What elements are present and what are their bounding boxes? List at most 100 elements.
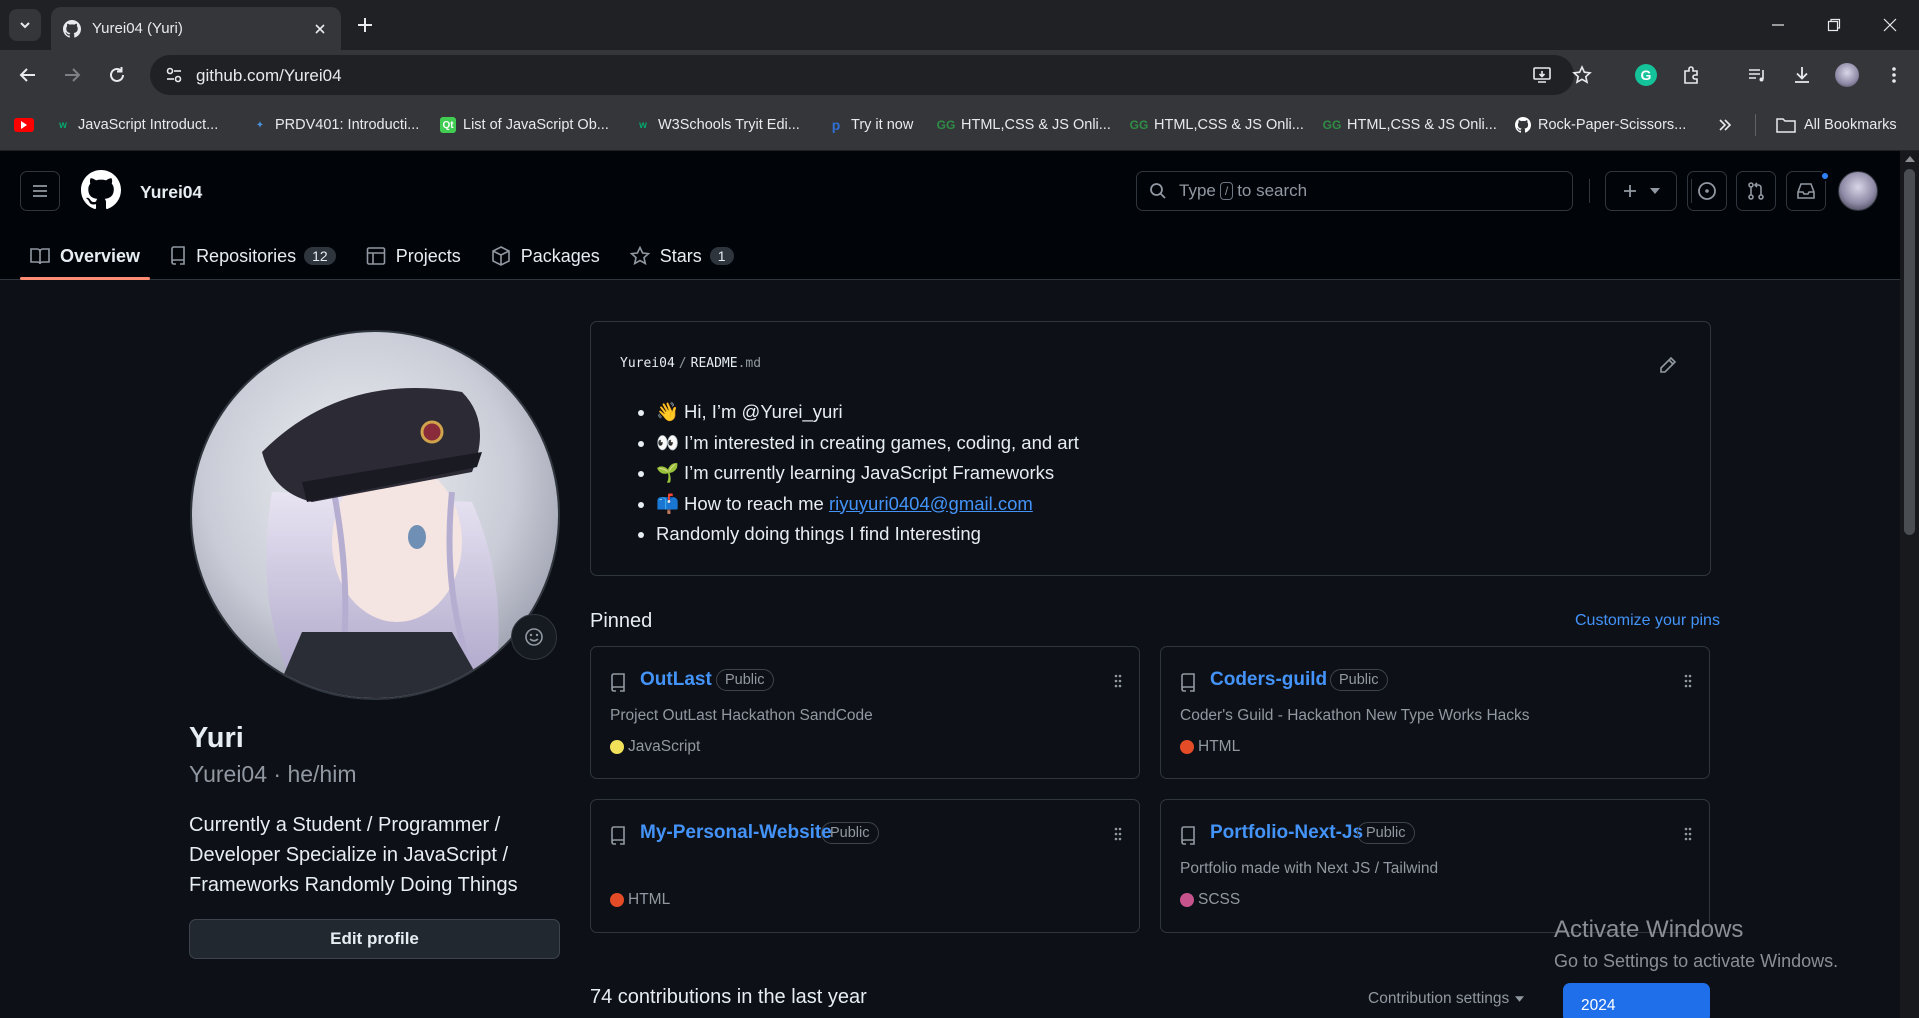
forward-button[interactable] <box>56 59 88 91</box>
profile-avatar-icon[interactable] <box>1831 59 1863 91</box>
drag-grip-icon[interactable] <box>1683 826 1693 842</box>
year-2024-button[interactable]: 2024 <box>1563 983 1710 1018</box>
bookmark-item[interactable]: ✦ PRDV401: Introducti... <box>252 115 419 135</box>
list-item: 📫How to reach me riyuyuri0404@gmail.com <box>656 489 1079 520</box>
pinned-title: Pinned <box>590 610 653 632</box>
mailbox-icon: 📫 <box>656 492 680 514</box>
github-logo-icon[interactable] <box>81 170 121 210</box>
bookmark-item[interactable]: GG HTML,CSS & JS Onli... <box>937 115 1111 135</box>
repo-name-link[interactable]: Coders-guild <box>1210 669 1327 691</box>
new-tab-button[interactable] <box>352 12 378 38</box>
repo-description: Project OutLast Hackathon SandCode <box>610 707 873 724</box>
header-username[interactable]: Yurei04 <box>140 182 202 203</box>
edit-readme-button[interactable] <box>1657 354 1679 376</box>
stars-count: 1 <box>709 247 734 265</box>
page-scrollbar[interactable] <box>1900 151 1919 1018</box>
github-icon <box>63 19 81 38</box>
repo-name-link[interactable]: OutLast <box>640 669 712 691</box>
drag-grip-icon[interactable] <box>1683 673 1693 689</box>
contribution-settings-dropdown[interactable]: Contribution settings <box>1368 990 1525 1008</box>
create-new-button[interactable] <box>1605 171 1677 211</box>
scroll-up-arrow-icon[interactable] <box>1905 156 1915 162</box>
media-control-icon[interactable] <box>1741 59 1773 91</box>
url-text[interactable]: github.com/Yurei04 <box>196 66 342 86</box>
pull-requests-button[interactable] <box>1736 171 1776 211</box>
browser-tab-bar: Yurei04 (Yuri) <box>0 0 1919 50</box>
drag-grip-icon[interactable] <box>1113 673 1123 689</box>
plus-icon <box>1624 185 1636 197</box>
readme-box: Yurei04/README.md 👋Hi, I’m @Yurei_yuri 👀… <box>590 321 1711 576</box>
arrow-right-icon <box>65 68 81 82</box>
list-item: 🌱I’m currently learning JavaScript Frame… <box>656 458 1079 489</box>
package-icon <box>491 246 510 266</box>
hamburger-icon <box>33 185 47 197</box>
close-tab-icon[interactable] <box>311 20 329 38</box>
install-app-icon[interactable] <box>1530 63 1554 87</box>
qt-icon: Qt <box>440 117 456 133</box>
repo-name-link[interactable]: Portfolio-Next-Js <box>1210 822 1363 844</box>
downloads-icon[interactable] <box>1786 59 1818 91</box>
tab-overview[interactable]: Overview <box>20 238 151 280</box>
repositories-count: 12 <box>304 247 336 265</box>
site-settings-icon[interactable] <box>162 63 186 87</box>
kebab-menu-icon[interactable] <box>1878 59 1910 91</box>
profile-avatar[interactable] <box>190 330 560 700</box>
git-pull-request-icon <box>1748 182 1764 200</box>
bookmark-item[interactable]: GG HTML,CSS & JS Onli... <box>1130 115 1304 135</box>
repo-language: SCSS <box>1180 891 1240 909</box>
scrollbar-thumb[interactable] <box>1904 169 1915 535</box>
visibility-badge: Public <box>821 822 879 844</box>
set-status-button[interactable] <box>511 614 557 660</box>
minimize-button[interactable] <box>1750 0 1806 50</box>
bookmark-item[interactable]: w JavaScript Introduct... <box>55 115 218 135</box>
issues-button[interactable] <box>1687 171 1727 211</box>
email-link[interactable]: riyuyuri0404@gmail.com <box>829 493 1033 514</box>
github-header: Yurei04 Type / to search Overview Reposi… <box>0 151 1900 280</box>
bookmarks-divider <box>1755 114 1756 136</box>
back-button[interactable] <box>12 59 44 91</box>
bookmark-item[interactable]: Rock-Paper-Scissors... <box>1515 115 1686 135</box>
bookmark-star-icon[interactable] <box>1570 63 1594 87</box>
tab-projects[interactable]: Projects <box>356 238 471 274</box>
bookmark-item[interactable]: Qt List of JavaScript Ob... <box>440 115 609 135</box>
close-window-button[interactable] <box>1862 0 1918 50</box>
book-icon <box>30 248 50 265</box>
repo-name-link[interactable]: My-Personal-Website <box>640 822 832 844</box>
search-input[interactable]: Type / to search <box>1136 171 1573 211</box>
customize-pins-link[interactable]: Customize your pins <box>1575 612 1720 630</box>
tab-search-button[interactable] <box>9 9 41 41</box>
extensions-icon[interactable] <box>1675 59 1707 91</box>
reload-button[interactable] <box>101 59 133 91</box>
slash-key-hint: / <box>1219 182 1234 200</box>
all-bookmarks-button[interactable]: All Bookmarks <box>1776 115 1897 135</box>
bookmark-item[interactable]: p Try it now <box>828 115 914 135</box>
w3schools-icon: w <box>639 119 647 131</box>
caret-down-icon <box>1650 188 1660 194</box>
reload-icon <box>110 67 124 82</box>
hamburger-menu-button[interactable] <box>20 171 60 211</box>
youtube-bookmark[interactable] <box>14 115 41 135</box>
edit-profile-button[interactable]: Edit profile <box>189 919 560 959</box>
browser-tab[interactable]: Yurei04 (Yuri) <box>51 7 341 50</box>
more-bookmarks-button[interactable] <box>1718 115 1732 135</box>
notification-dot <box>1820 171 1830 181</box>
drag-grip-icon[interactable] <box>1113 826 1123 842</box>
user-avatar[interactable] <box>1838 171 1878 211</box>
list-item: Randomly doing things I find Interesting <box>656 519 1079 550</box>
repo-icon <box>1181 673 1195 692</box>
grammarly-extension-icon[interactable]: G <box>1630 59 1662 91</box>
list-item: 👋Hi, I’m @Yurei_yuri <box>656 397 1079 428</box>
list-item: 👀I’m interested in creating games, codin… <box>656 428 1079 459</box>
tab-repositories[interactable]: Repositories 12 <box>160 238 346 274</box>
tab-stars[interactable]: Stars 1 <box>620 238 744 274</box>
inbox-icon <box>1797 183 1815 199</box>
restore-button[interactable] <box>1806 0 1862 50</box>
folder-icon <box>1776 118 1796 133</box>
saylor-icon: ✦ <box>255 119 265 131</box>
bookmark-item[interactable]: GG HTML,CSS & JS Onli... <box>1323 115 1497 135</box>
tab-packages[interactable]: Packages <box>481 238 610 274</box>
bookmark-item[interactable]: w W3Schools Tryit Edi... <box>635 115 800 135</box>
browser-toolbar: github.com/Yurei04 G <box>0 50 1919 100</box>
w3schools-icon: w <box>59 119 67 131</box>
address-bar[interactable]: github.com/Yurei04 <box>150 55 1592 95</box>
